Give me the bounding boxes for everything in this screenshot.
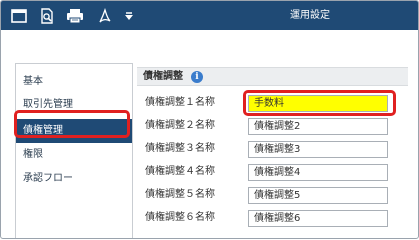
adjustment-5-label: 債権調整５名称 bbox=[145, 189, 215, 200]
toolbar: 運用設定 bbox=[1, 1, 418, 30]
adjustment-2-field[interactable]: 債権調整2 bbox=[248, 118, 388, 135]
sidebar-item-partner-management[interactable]: 取引先管理 bbox=[16, 93, 132, 117]
pdf-icon[interactable] bbox=[95, 6, 115, 25]
print-icon[interactable] bbox=[65, 6, 85, 25]
sidebar-item-permissions[interactable]: 権限 bbox=[16, 143, 132, 167]
window-icon[interactable] bbox=[9, 6, 29, 25]
sidebar-item-receivables-management[interactable]: 債権管理 bbox=[16, 119, 132, 143]
adjustment-1-label: 債権調整１名称 bbox=[145, 97, 215, 108]
adjustment-4-field[interactable]: 債権調整4 bbox=[248, 164, 388, 181]
adjustment-1-field[interactable]: 手数料 bbox=[248, 95, 388, 112]
adjustment-4-label: 債権調整４名称 bbox=[145, 166, 215, 177]
adjustment-6-field[interactable]: 債権調整6 bbox=[248, 210, 388, 227]
panel-header: 債権調整 i bbox=[137, 67, 408, 86]
info-icon[interactable]: i bbox=[191, 71, 203, 83]
panel-title: 債権調整 bbox=[143, 71, 183, 82]
dropdown-arrow-icon[interactable] bbox=[121, 6, 137, 25]
sidebar-item-approval-flow[interactable]: 承認フロー bbox=[16, 167, 132, 191]
adjustment-3-field[interactable]: 債権調整3 bbox=[248, 141, 388, 158]
settings-sidebar: 基本 取引先管理 債権管理 権限 承認フロー bbox=[15, 63, 133, 238]
adjustment-6-label: 債権調整６名称 bbox=[145, 212, 215, 223]
search-document-icon[interactable] bbox=[37, 6, 57, 25]
adjustment-5-field[interactable]: 債権調整5 bbox=[248, 187, 388, 204]
adjustment-3-label: 債権調整３名称 bbox=[145, 143, 215, 154]
settings-content: 基本 取引先管理 債権管理 権限 承認フロー 債権調整 i 債権調整１名称 手数… bbox=[7, 56, 414, 238]
adjustment-2-label: 債権調整２名称 bbox=[145, 120, 215, 131]
sidebar-item-basic[interactable]: 基本 bbox=[16, 70, 132, 94]
receivables-adjustment-panel: 債権調整 i 債権調整１名称 手数料 債権調整２名称 債権調整2 債権調整３名称… bbox=[137, 67, 408, 238]
settings-window: 運用設定 基本 取引先管理 債権管理 権限 承認フロー 債権調整 i 債権調整１… bbox=[0, 0, 419, 239]
window-title: 運用設定 bbox=[290, 10, 330, 21]
